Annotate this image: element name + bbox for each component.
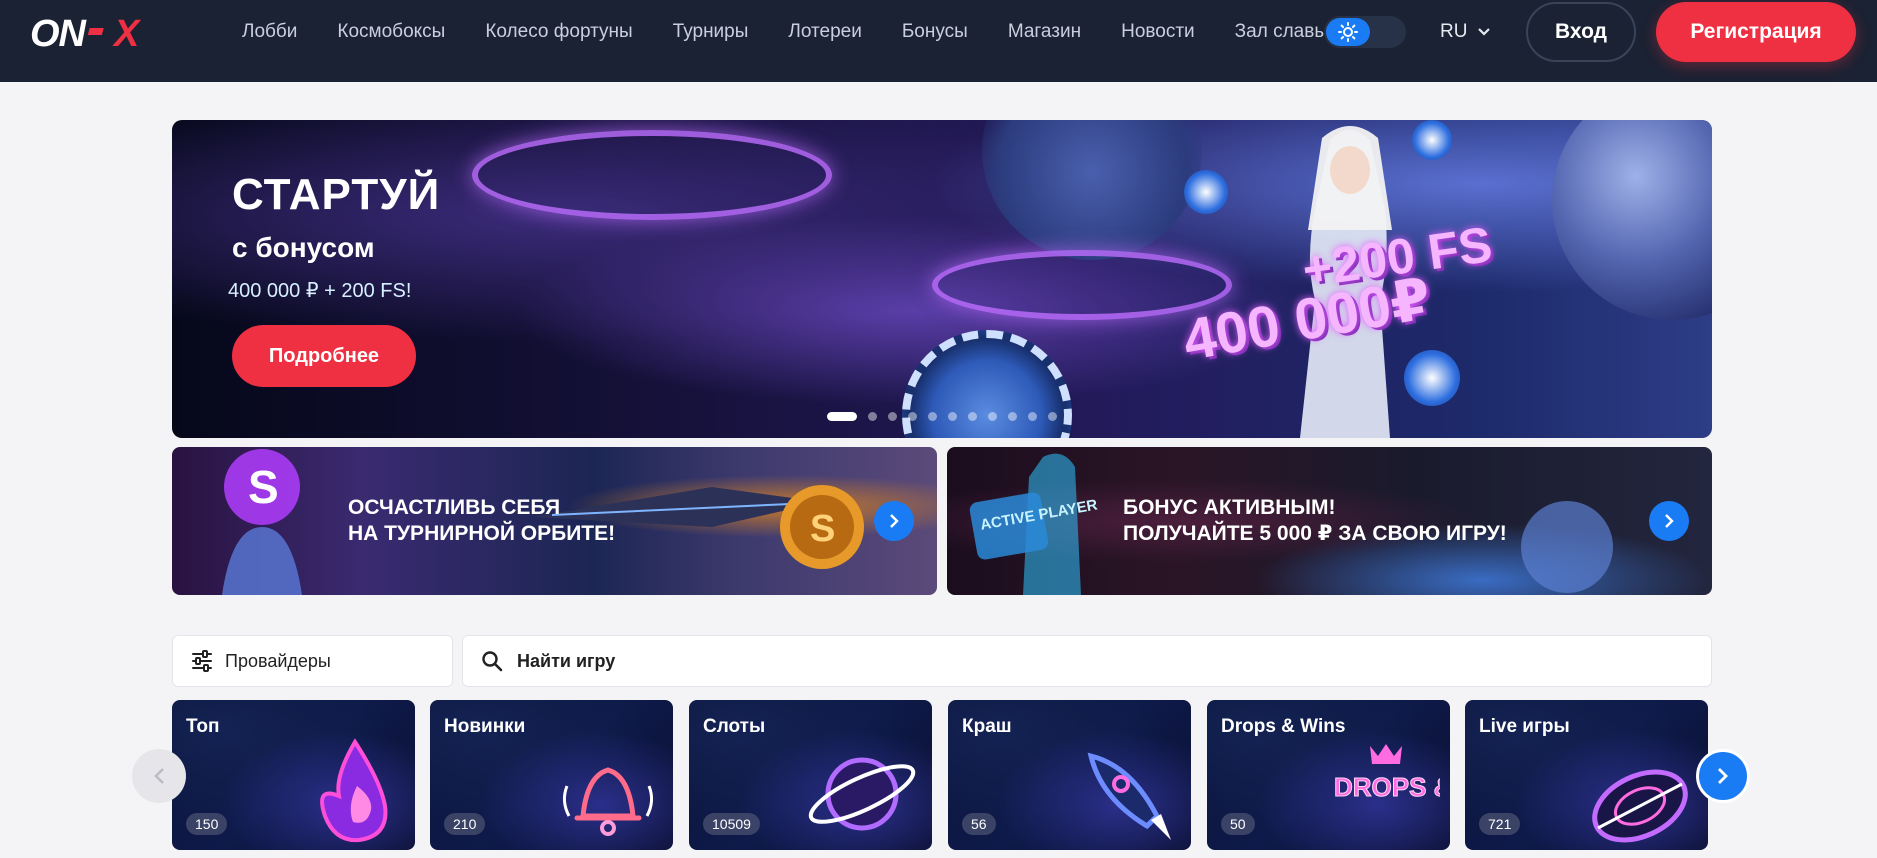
- more-details-button[interactable]: Подробнее: [232, 325, 416, 387]
- rocket-icon: [1087, 752, 1171, 840]
- slider-dot[interactable]: [868, 412, 877, 421]
- search-placeholder: Найти игру: [517, 650, 616, 671]
- nav-item-cosmoboxes[interactable]: Космобоксы: [337, 21, 445, 43]
- svg-text:S: S: [810, 508, 835, 550]
- category-label: Краш: [962, 716, 1012, 737]
- tournament-promo-text: ОСЧАСТЛИВЬ СЕБЯ НА ТУРНИРНОЙ ОРБИТЕ!: [348, 495, 615, 547]
- search-icon: [482, 651, 503, 672]
- promo-line: ОСЧАСТЛИВЬ СЕБЯ: [348, 496, 561, 519]
- category-count: 56: [962, 813, 996, 835]
- on-x-logo[interactable]: ON X: [30, 12, 190, 52]
- sun-icon: [1338, 22, 1358, 42]
- flame-icon: [320, 738, 388, 843]
- nav-item-lotteries[interactable]: Лотереи: [788, 21, 861, 43]
- drops-wins-logo-text: DROPS & WINS: [1334, 772, 1440, 802]
- promo-line: БОНУС АКТИВНЫМ!: [1123, 496, 1336, 519]
- hero-subtitle: с бонусом: [232, 232, 375, 263]
- nav-item-news[interactable]: Новости: [1121, 21, 1195, 43]
- nav-item-hall-of-fame[interactable]: Зал славы: [1235, 21, 1328, 43]
- providers-label: Провайдеры: [225, 650, 331, 671]
- category-label: Слоты: [703, 716, 766, 737]
- chevron-down-icon: [1478, 28, 1491, 36]
- category-count: 10509: [703, 813, 760, 835]
- nav-item-lobby[interactable]: Лобби: [242, 21, 297, 43]
- categories-next-button[interactable]: [1696, 749, 1750, 803]
- promo-line: НА ТУРНИРНОЙ ОРБИТЕ!: [348, 522, 616, 545]
- slider-dot[interactable]: [1008, 412, 1017, 421]
- chevron-right-icon: [1718, 768, 1728, 784]
- category-label: Новинки: [444, 716, 526, 737]
- game-search-input[interactable]: Найти игру: [462, 635, 1712, 687]
- chevron-right-icon: [1665, 514, 1674, 528]
- bell-icon: [562, 767, 654, 836]
- token-decoration: [1184, 170, 1228, 214]
- slider-pagination: [827, 412, 1068, 421]
- language-selector[interactable]: RU: [1440, 20, 1491, 44]
- category-count: 150: [186, 813, 228, 835]
- language-label: RU: [1440, 21, 1468, 42]
- chevron-left-icon: [154, 768, 164, 784]
- slider-dot[interactable]: [928, 412, 937, 421]
- planet-decoration: [1552, 120, 1712, 320]
- hero-title: СТАРТУЙ: [232, 170, 441, 219]
- category-card-slots[interactable]: Слоты 10509: [689, 700, 932, 850]
- category-count: 721: [1479, 813, 1521, 835]
- svg-text:ON: ON: [30, 13, 88, 52]
- ufo-ring-decoration: [472, 130, 832, 220]
- poker-chip-decoration: [902, 330, 1072, 438]
- slider-dot[interactable]: [1048, 412, 1057, 421]
- category-card-top[interactable]: Топ 150: [172, 700, 415, 850]
- hero-banner[interactable]: +200 FS 400 000₽ СТАРТУЙ с бонусом 400 0…: [172, 120, 1712, 438]
- slider-dot[interactable]: [948, 412, 957, 421]
- nav-item-shop[interactable]: Магазин: [1008, 21, 1081, 43]
- active-player-promo-banner[interactable]: ACTIVE PLAYER БОНУС АКТИВНЫМ! ПОЛУЧАЙТЕ …: [947, 447, 1712, 595]
- planet-decoration: [1521, 501, 1613, 593]
- theme-knob: [1326, 18, 1370, 46]
- category-label: Live игры: [1479, 716, 1570, 737]
- main-nav: Лобби Космобоксы Колесо фортуны Турниры …: [242, 0, 1368, 64]
- strongman-coin-illustration: S: [222, 449, 302, 595]
- top-header: ON X Лобби Космобоксы Колесо фортуны Тур…: [0, 0, 1877, 82]
- sliders-icon: [192, 650, 212, 672]
- roulette-icon: [1592, 769, 1688, 843]
- category-count: 210: [444, 813, 486, 835]
- tournament-promo-banner[interactable]: S S ОСЧАСТЛИВЬ СЕБЯ НА ТУРНИРНОЙ ОРБИТЕ!: [172, 447, 937, 595]
- slider-dot[interactable]: [827, 412, 857, 421]
- promo-next-button[interactable]: [874, 501, 914, 541]
- categories-prev-button[interactable]: [132, 749, 186, 803]
- nav-item-tournaments[interactable]: Турниры: [673, 21, 749, 43]
- category-card-drops-wins[interactable]: Drops & Wins DROPS & WINS 50: [1207, 700, 1450, 850]
- gold-coin-illustration: S: [780, 485, 864, 569]
- chevron-right-icon: [890, 514, 899, 528]
- slider-dot[interactable]: [988, 412, 997, 421]
- slider-dot[interactable]: [888, 412, 897, 421]
- drops-wins-logo: DROPS & WINS: [1334, 744, 1440, 803]
- slider-dot[interactable]: [968, 412, 977, 421]
- category-card-live[interactable]: Live игры 721: [1465, 700, 1708, 850]
- category-label: Drops & Wins: [1221, 716, 1346, 737]
- login-button[interactable]: Вход: [1526, 2, 1636, 62]
- category-label: Топ: [186, 716, 220, 737]
- promo-next-button[interactable]: [1649, 501, 1689, 541]
- hero-bonus-amount: 400 000 ₽ + 200 FS!: [228, 280, 412, 302]
- planet-icon: [808, 757, 916, 831]
- category-card-new[interactable]: Новинки 210: [430, 700, 673, 850]
- register-button[interactable]: Регистрация: [1656, 2, 1856, 62]
- active-player-promo-text: БОНУС АКТИВНЫМ! ПОЛУЧАЙТЕ 5 000 ₽ ЗА СВО…: [1123, 495, 1507, 547]
- promo-line: ПОЛУЧАЙТЕ 5 000 ₽ ЗА СВОЮ ИГРУ!: [1123, 522, 1507, 545]
- nav-item-wheel-of-fortune[interactable]: Колесо фортуны: [485, 21, 632, 43]
- providers-filter[interactable]: Провайдеры: [172, 635, 453, 687]
- moon-decoration: [982, 120, 1202, 260]
- category-card-crash[interactable]: Краш 56: [948, 700, 1191, 850]
- theme-toggle[interactable]: [1324, 16, 1406, 48]
- nav-item-bonuses[interactable]: Бонусы: [902, 21, 968, 43]
- svg-text:S: S: [248, 461, 279, 513]
- slider-dot[interactable]: [1028, 412, 1037, 421]
- active-player-illustration: ACTIVE PLAYER: [969, 453, 1099, 595]
- svg-text:X: X: [112, 13, 142, 52]
- category-count: 50: [1221, 813, 1255, 835]
- slider-dot[interactable]: [908, 412, 917, 421]
